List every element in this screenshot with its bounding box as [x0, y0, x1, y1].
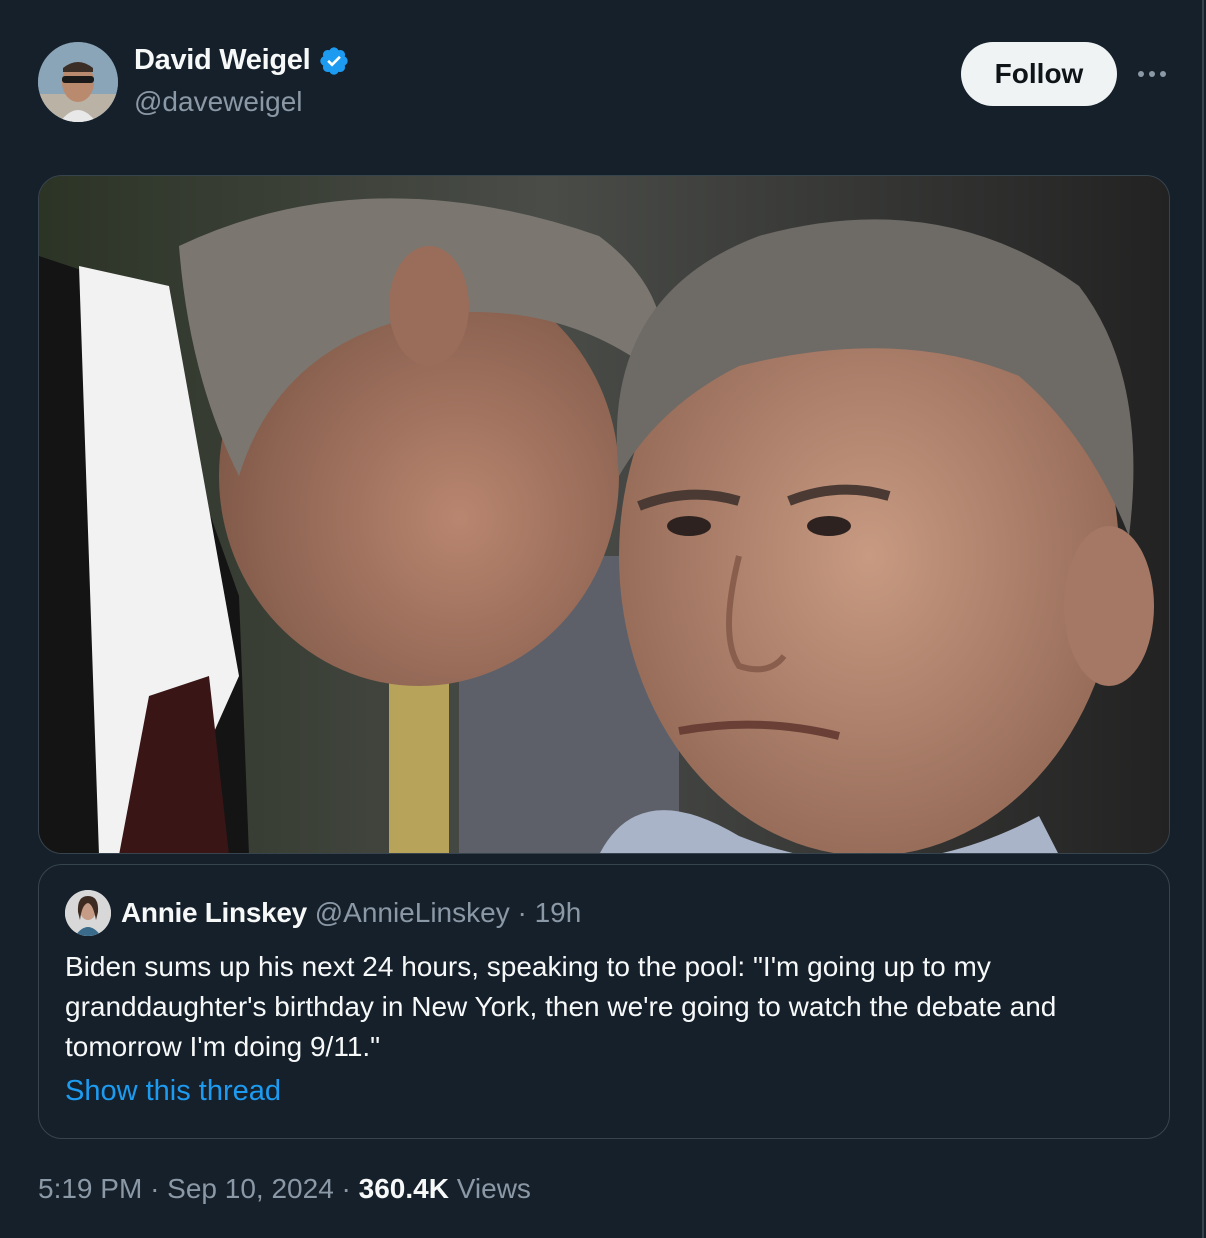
quote-author-handle[interactable]: @AnnieLinskey: [315, 897, 510, 928]
footer-separator: ·: [341, 1173, 351, 1204]
author-name-text[interactable]: David Weigel: [134, 44, 311, 77]
quote-author-name[interactable]: Annie Linskey: [121, 897, 307, 928]
verified-badge-icon: [318, 45, 350, 77]
quote-text: Biden sums up his next 24 hours, speakin…: [65, 951, 1057, 1062]
quote-meta: Annie Linskey @AnnieLinskey · 19h: [121, 897, 581, 929]
views-label: Views: [456, 1173, 531, 1204]
avatar-image: [38, 42, 118, 122]
quote-timestamp[interactable]: 19h: [535, 897, 582, 928]
quote-avatar-image: [65, 890, 111, 936]
tweet-card: David Weigel @daveweigel Follow Annie Li…: [0, 0, 1204, 1238]
views-count[interactable]: 360.4K: [359, 1173, 449, 1204]
author-name[interactable]: David Weigel: [134, 44, 350, 77]
footer-separator: ·: [150, 1173, 160, 1204]
tweet-date[interactable]: Sep 10, 2024: [167, 1173, 334, 1204]
author-handle[interactable]: @daveweigel: [134, 86, 303, 118]
author-avatar[interactable]: [38, 42, 118, 122]
more-options-button[interactable]: [1134, 56, 1170, 92]
quote-author-avatar: [65, 890, 111, 936]
quote-separator: ·: [517, 897, 527, 928]
follow-button[interactable]: Follow: [961, 42, 1117, 106]
tweet-footer: 5:19 PM · Sep 10, 2024 · 360.4K Views: [38, 1173, 531, 1205]
show-thread-link[interactable]: Show this thread: [65, 1075, 281, 1108]
more-horizontal-icon: [1138, 71, 1166, 77]
tweet-media-photo[interactable]: [38, 175, 1170, 854]
photo-image: [39, 176, 1169, 853]
tweet-time[interactable]: 5:19 PM: [38, 1173, 142, 1204]
quoted-tweet[interactable]: Annie Linskey @AnnieLinskey · 19h Biden …: [38, 864, 1170, 1139]
